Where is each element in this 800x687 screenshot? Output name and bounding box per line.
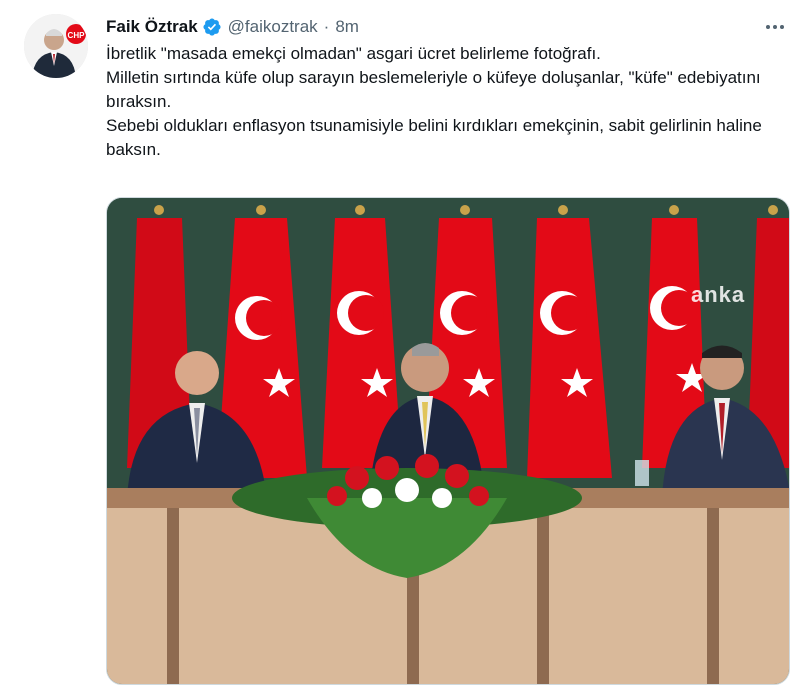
tweet-line: Sebebi oldukları enflasyon tsunamisiyle … <box>106 116 762 159</box>
avatar-badge-text: CHP <box>68 31 86 40</box>
avatar[interactable]: CHP <box>24 14 88 78</box>
timestamp[interactable]: 8m <box>335 17 359 37</box>
press-conference-image <box>107 198 789 684</box>
verified-badge-icon <box>202 17 222 37</box>
tweet-line: Milletin sırtında küfe olup sarayın besl… <box>106 68 761 111</box>
tweet-photo[interactable]: anka <box>106 197 790 685</box>
separator-dot: · <box>323 17 330 36</box>
author-handle[interactable]: @faikoztrak <box>228 17 318 37</box>
avatar-image: CHP <box>24 14 88 78</box>
tweet-line: İbretlik "masada emekçi olmadan" asgari … <box>106 44 601 63</box>
more-horizontal-icon[interactable] <box>762 16 788 38</box>
author-name[interactable]: Faik Öztrak <box>106 17 198 37</box>
tweet-text: İbretlik "masada emekçi olmadan" asgari … <box>106 42 796 162</box>
tweet-header: Faik Öztrak @faikoztrak · 8m <box>106 14 359 40</box>
media-watermark: anka <box>691 282 746 307</box>
